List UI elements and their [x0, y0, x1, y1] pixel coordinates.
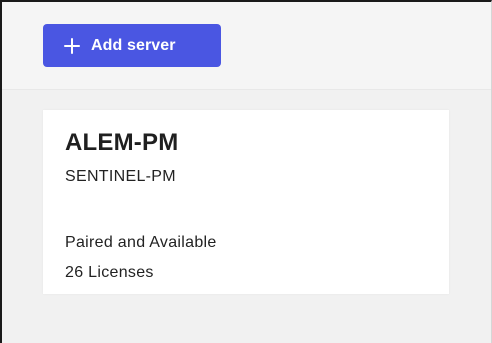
server-licenses: 26 Licenses	[65, 264, 154, 281]
app-frame: Add server ALEM-PM SENTINEL-PM Paired an…	[0, 0, 492, 343]
server-status: Paired and Available	[65, 234, 217, 251]
server-card[interactable]: ALEM-PM SENTINEL-PM Paired and Available…	[43, 110, 449, 294]
add-server-button[interactable]: Add server	[43, 24, 221, 67]
server-subtitle: SENTINEL-PM	[65, 168, 176, 185]
server-name: ALEM-PM	[65, 129, 179, 156]
plus-icon	[63, 37, 81, 55]
add-server-label: Add server	[91, 36, 176, 54]
toolbar-area: Add server	[2, 2, 491, 90]
